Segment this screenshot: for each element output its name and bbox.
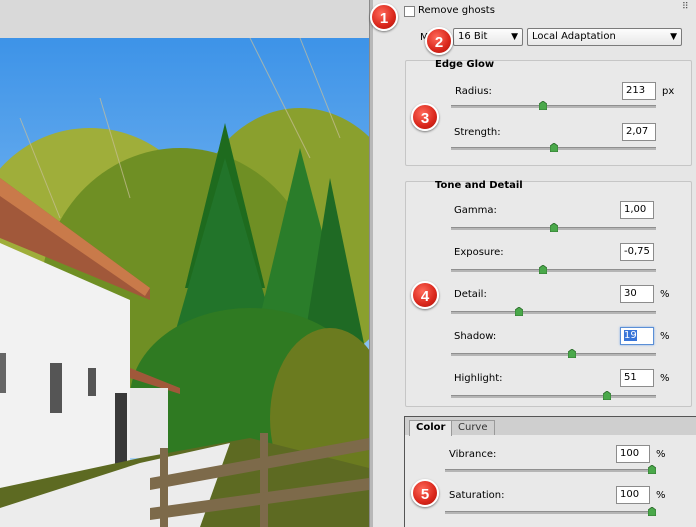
highlight-unit: %: [660, 373, 670, 384]
radius-slider-track[interactable]: [451, 105, 656, 108]
shadow-input[interactable]: 19: [620, 327, 654, 345]
shadow-slider-track[interactable]: [451, 353, 656, 356]
tab-curve[interactable]: Curve: [451, 420, 495, 435]
method-value: Local Adaptation: [532, 31, 616, 42]
vibrance-input[interactable]: 100: [616, 445, 650, 463]
saturation-label: Saturation:: [449, 490, 505, 501]
bit-depth-value: 16 Bit: [458, 31, 488, 42]
radius-input[interactable]: 213: [622, 82, 656, 100]
strength-input[interactable]: 2,07: [622, 123, 656, 141]
exposure-slider-thumb[interactable]: [539, 265, 548, 274]
shadow-slider-thumb[interactable]: [567, 349, 576, 358]
hdr-settings-panel: Remove ghosts ⠿ Mode: 16 Bit ▼ Local Ada…: [373, 0, 696, 527]
callout-marker-3: 3: [411, 103, 439, 131]
bit-depth-dropdown[interactable]: 16 Bit ▼: [453, 28, 523, 46]
exposure-slider-track[interactable]: [451, 269, 656, 272]
edge-glow-group: [405, 60, 692, 166]
radius-label: Radius:: [455, 86, 492, 97]
remove-ghosts-label: Remove ghosts: [418, 5, 495, 16]
gamma-slider-thumb[interactable]: [549, 223, 558, 232]
vibrance-label: Vibrance:: [449, 449, 497, 460]
gamma-input[interactable]: 1,00: [620, 201, 654, 219]
shadow-label: Shadow:: [454, 331, 497, 342]
hdr-preview-image: [0, 38, 369, 527]
vibrance-slider-thumb[interactable]: [648, 465, 656, 474]
radius-unit: px: [662, 86, 675, 97]
detail-slider-track[interactable]: [451, 311, 656, 314]
radius-slider-thumb[interactable]: [539, 101, 548, 110]
saturation-slider-thumb[interactable]: [648, 507, 656, 516]
triangle-down-icon: ▼: [670, 32, 677, 42]
detail-input[interactable]: 30: [620, 285, 654, 303]
panel-menu-icon[interactable]: ⠿: [682, 2, 689, 12]
callout-marker-4: 4: [411, 281, 439, 309]
highlight-input[interactable]: 51: [620, 369, 654, 387]
highlight-label: Highlight:: [454, 373, 503, 384]
detail-slider-thumb[interactable]: [514, 307, 523, 316]
highlight-slider-thumb[interactable]: [602, 391, 611, 400]
saturation-input[interactable]: 100: [616, 486, 650, 504]
strength-label: Strength:: [454, 127, 501, 138]
triangle-down-icon: ▼: [511, 32, 518, 42]
image-preview-area: [0, 0, 370, 527]
saturation-unit: %: [656, 490, 666, 501]
callout-marker-5: 5: [411, 479, 439, 507]
remove-ghosts-checkbox[interactable]: [404, 6, 415, 17]
vibrance-unit: %: [656, 449, 666, 460]
method-dropdown[interactable]: Local Adaptation ▼: [527, 28, 682, 46]
tone-detail-title: Tone and Detail: [435, 180, 523, 191]
detail-label: Detail:: [454, 289, 487, 300]
vibrance-slider-track[interactable]: [445, 469, 652, 472]
callout-marker-2: 2: [425, 27, 453, 55]
gamma-label: Gamma:: [454, 205, 497, 216]
saturation-slider-track[interactable]: [445, 511, 652, 514]
exposure-input[interactable]: -0,75: [620, 243, 654, 261]
detail-unit: %: [660, 289, 670, 300]
shadow-unit: %: [660, 331, 670, 342]
edge-glow-title: Edge Glow: [435, 59, 495, 70]
highlight-slider-track[interactable]: [451, 395, 656, 398]
callout-marker-1: 1: [370, 3, 398, 31]
tab-color[interactable]: Color: [409, 420, 453, 436]
exposure-label: Exposure:: [454, 247, 504, 258]
strength-slider-thumb[interactable]: [549, 143, 558, 152]
